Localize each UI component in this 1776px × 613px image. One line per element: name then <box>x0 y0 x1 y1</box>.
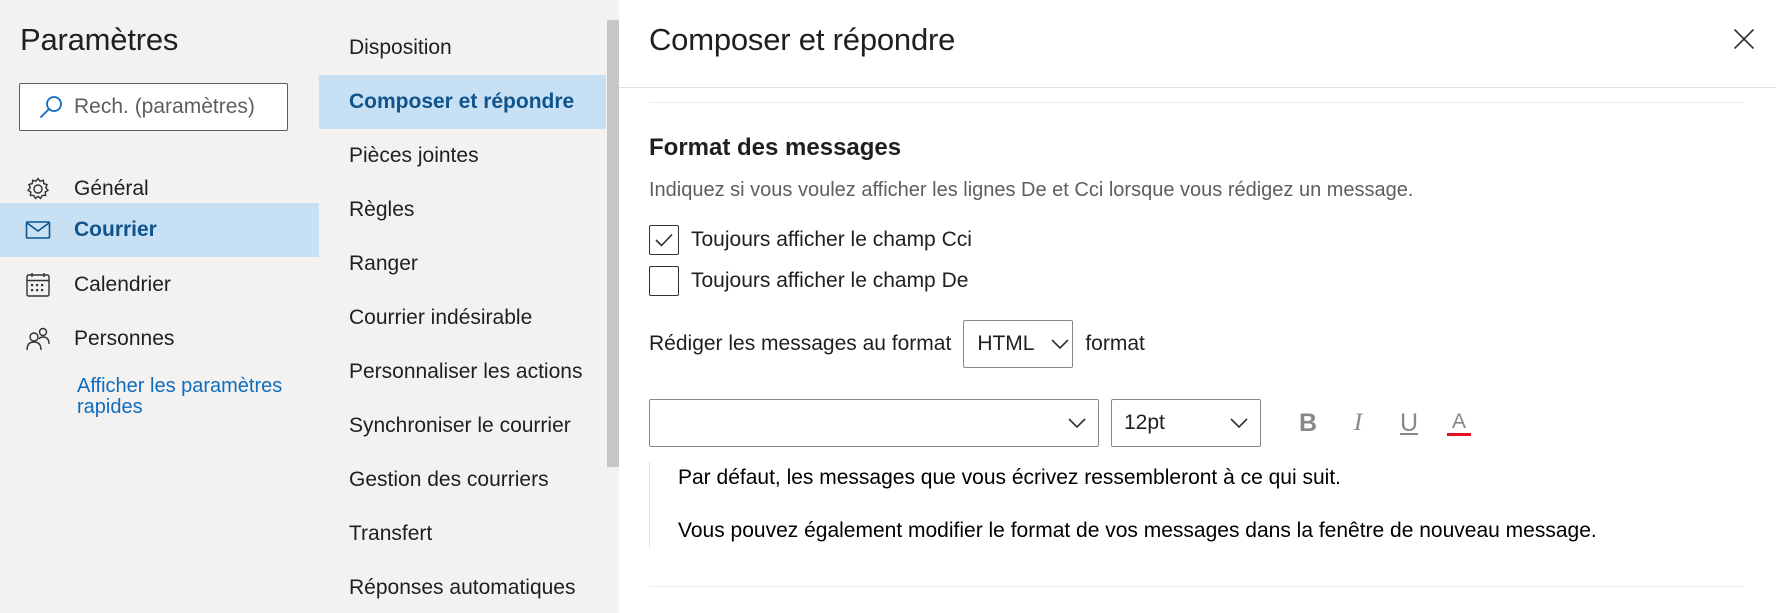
subnav-item-label: Gestion des courriers <box>349 468 549 491</box>
always-show-bcc-checkbox[interactable] <box>649 225 679 255</box>
chevron-down-icon <box>1066 412 1088 439</box>
section-divider <box>649 102 1744 103</box>
subnav-item-attachments[interactable]: Pièces jointes <box>319 129 606 183</box>
nav-item-label: Courrier <box>74 218 157 241</box>
section-description: Indiquez si vous voulez afficher les lig… <box>649 179 1414 201</box>
close-button[interactable] <box>1729 26 1759 56</box>
settings-search-box[interactable] <box>19 83 288 131</box>
nav-item-people[interactable]: Personnes <box>0 312 319 366</box>
subnav-scrollbar[interactable] <box>607 20 619 467</box>
compose-format-suffix: format <box>1085 332 1145 355</box>
subnav-item-sweep[interactable]: Ranger <box>319 237 606 291</box>
font-color-indicator <box>1447 433 1471 436</box>
chevron-down-icon <box>1050 338 1070 350</box>
subnav-item-label: Pièces jointes <box>349 144 479 167</box>
message-format-preview: Par défaut, les messages que vous écrive… <box>649 462 1744 548</box>
subnav-item-label: Personnaliser les actions <box>349 360 583 383</box>
gear-icon <box>24 175 52 203</box>
font-color-icon: A <box>1451 410 1466 433</box>
compose-format-value: HTML <box>977 332 1035 355</box>
subnav-item-junk[interactable]: Courrier indésirable <box>319 291 606 345</box>
nav-item-mail[interactable]: Courrier <box>0 203 319 257</box>
subnav-item-customize-actions[interactable]: Personnaliser les actions <box>319 345 606 399</box>
compose-format-dropdown[interactable]: HTML <box>963 320 1074 368</box>
header-divider <box>619 87 1776 88</box>
always-show-bcc-option[interactable]: Toujours afficher le champ Cci <box>649 225 972 255</box>
subnav-item-sync[interactable]: Synchroniser le courrier <box>319 399 606 453</box>
always-show-from-checkbox[interactable] <box>649 266 679 296</box>
font-size-value: 12pt <box>1124 411 1165 434</box>
subnav-item-label: Disposition <box>349 36 452 59</box>
search-icon <box>36 92 66 122</box>
subnav-item-label: Règles <box>349 198 415 221</box>
subnav-item-layout[interactable]: Disposition <box>319 21 606 75</box>
chevron-down-icon <box>1228 412 1250 439</box>
settings-nav-pane: Paramètres Général Courrier <box>0 0 319 613</box>
page-title: Composer et répondre <box>649 22 956 57</box>
subnav-item-rules[interactable]: Règles <box>319 183 606 237</box>
compose-reply-settings-pane: Composer et répondre Format des messages… <box>619 0 1776 613</box>
subnav-item-compose-reply[interactable]: Composer et répondre <box>319 75 606 129</box>
font-size-dropdown[interactable]: 12pt <box>1111 399 1261 447</box>
subnav-item-label: Transfert <box>349 522 433 545</box>
always-show-from-option[interactable]: Toujours afficher le champ De <box>649 266 968 296</box>
italic-button[interactable]: I <box>1338 403 1378 443</box>
subnav-item-label: Ranger <box>349 252 418 275</box>
subnav-item-label: Réponses automatiques <box>349 576 576 599</box>
mail-icon <box>24 216 52 244</box>
italic-icon: I <box>1353 409 1363 436</box>
bold-icon: B <box>1298 408 1318 437</box>
calendar-icon <box>24 271 52 299</box>
font-family-dropdown[interactable] <box>649 399 1099 447</box>
subnav-item-forwarding[interactable]: Transfert <box>319 507 606 561</box>
compose-format-row: Rédiger les messages au format HTML form… <box>649 320 1145 368</box>
mail-subsettings-pane: Disposition Composer et répondre Pièces … <box>319 0 619 613</box>
checkbox-label: Toujours afficher le champ Cci <box>691 228 972 251</box>
subnav-item-label: Composer et répondre <box>349 90 575 113</box>
people-icon <box>24 325 52 353</box>
underline-button[interactable]: U <box>1389 403 1429 443</box>
section-bottom-divider <box>649 586 1744 587</box>
nav-item-calendar[interactable]: Calendrier <box>0 258 319 312</box>
settings-search-input[interactable] <box>74 95 284 119</box>
subnav-item-label: Courrier indésirable <box>349 306 533 329</box>
font-color-button[interactable]: A <box>1439 403 1479 443</box>
preview-line-1: Par défaut, les messages que vous écrive… <box>678 466 1341 489</box>
bold-button[interactable]: B <box>1288 403 1328 443</box>
checkbox-label: Toujours afficher le champ De <box>691 269 969 292</box>
close-icon <box>1733 28 1755 55</box>
subnav-item-mail-handling[interactable]: Gestion des courriers <box>319 453 606 507</box>
nav-item-label: Personnes <box>74 327 175 350</box>
section-title: Format des messages <box>649 134 902 161</box>
nav-item-label: Calendrier <box>74 273 171 296</box>
compose-format-prefix: Rédiger les messages au format <box>649 332 952 355</box>
underline-icon: U <box>1399 408 1419 437</box>
preview-line-2: Vous pouvez également modifier le format… <box>678 519 1597 542</box>
subnav-item-auto-replies[interactable]: Réponses automatiques <box>319 561 606 613</box>
quick-settings-link[interactable]: Afficher les paramètres rapides <box>77 376 297 418</box>
subnav-item-label: Synchroniser le courrier <box>349 414 571 437</box>
nav-item-label: Général <box>74 177 149 200</box>
settings-title: Paramètres <box>20 22 179 57</box>
checkmark-icon <box>655 233 673 247</box>
